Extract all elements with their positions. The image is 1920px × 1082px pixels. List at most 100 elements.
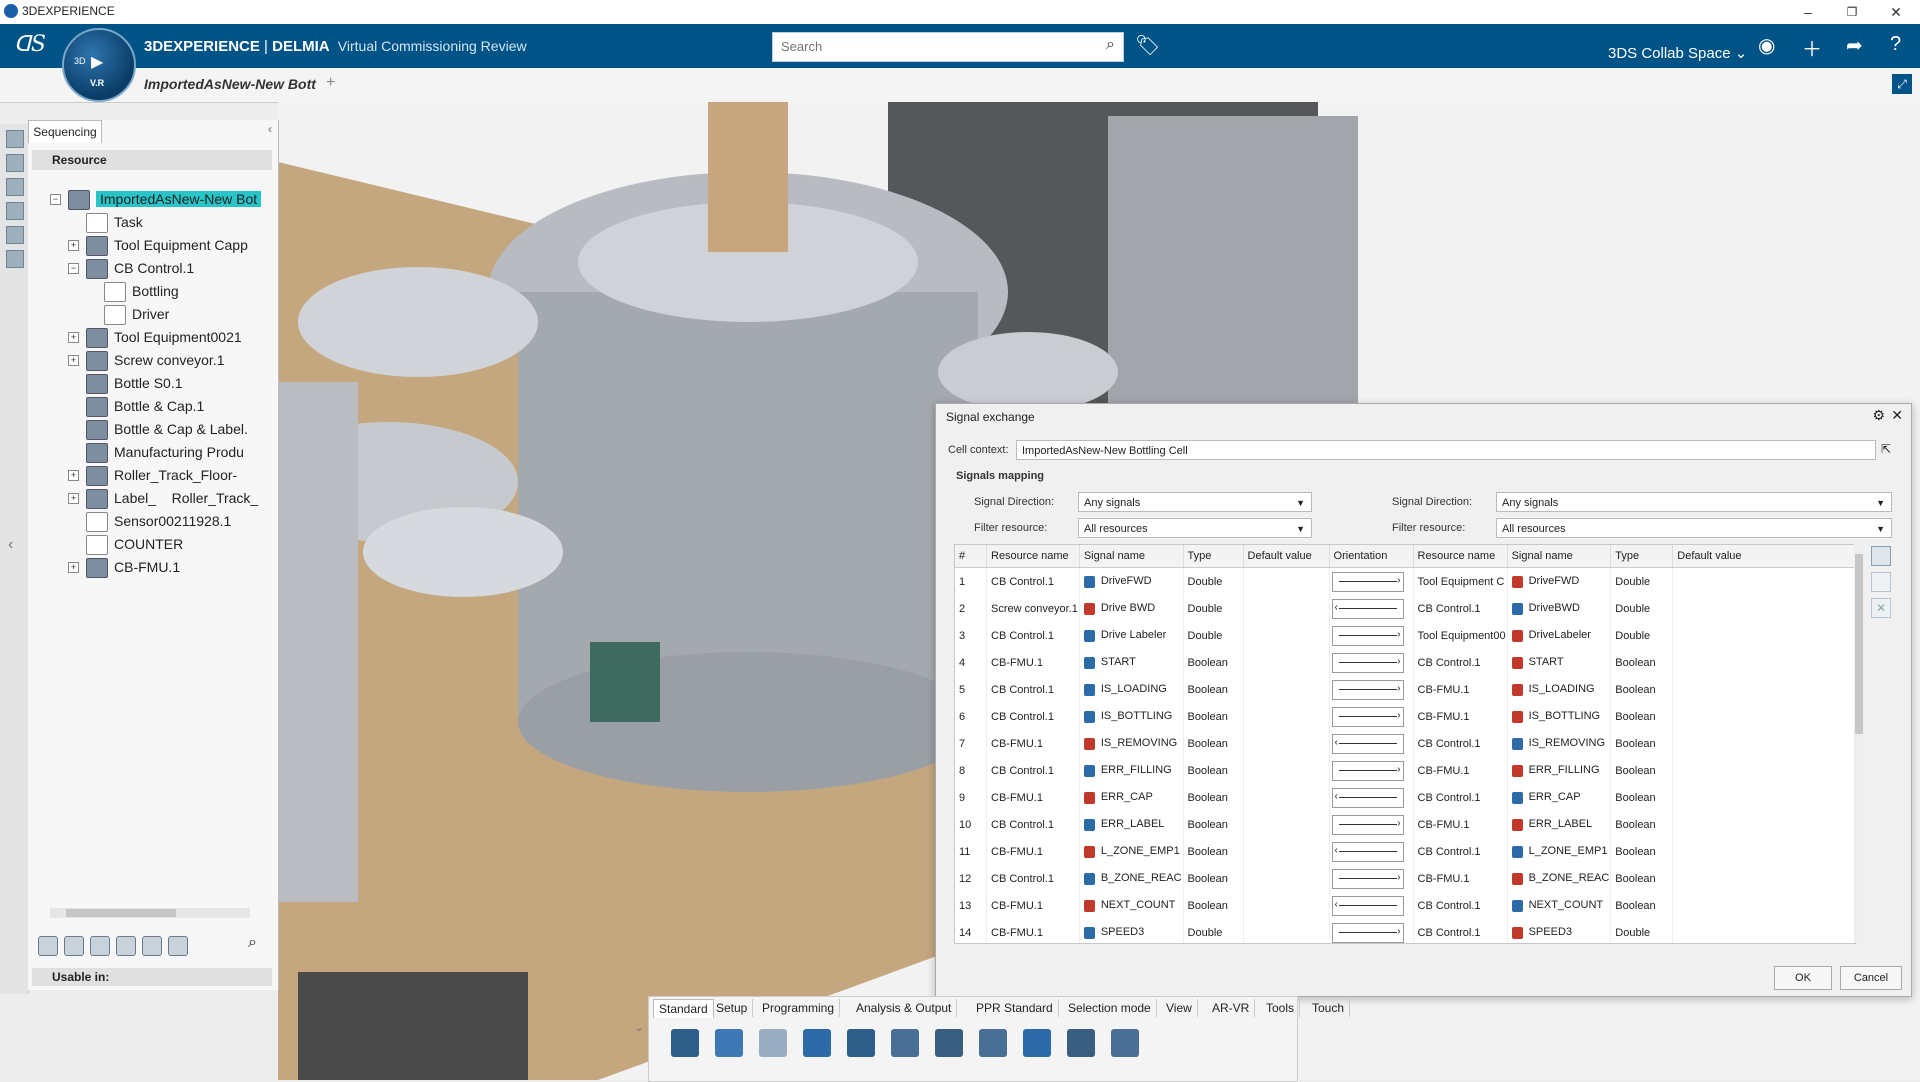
right-default-value[interactable]: [1672, 622, 1855, 649]
search-input[interactable]: [773, 33, 1089, 59]
tree-item-counter[interactable]: COUNTER: [86, 533, 183, 556]
right-default-value[interactable]: [1672, 838, 1855, 865]
arrow-left-icon[interactable]: ‹: [1331, 841, 1404, 862]
right-default-value[interactable]: [1672, 567, 1855, 595]
table-row[interactable]: 2 Screw conveyor.1 Drive BWD Double ‹ CB Cont…: [955, 595, 1855, 622]
tree-item-manufacturing-produ[interactable]: Manufacturing Produ: [86, 441, 244, 464]
column-header[interactable]: Type: [1183, 545, 1244, 568]
select-cursor-icon[interactable]: ⇱: [1881, 442, 1891, 456]
copy-icon[interactable]: [715, 1029, 743, 1057]
toolbar-tab-ar-vr[interactable]: AR-VR: [1207, 999, 1256, 1017]
process-icon[interactable]: [6, 202, 24, 220]
tree-item-sensor[interactable]: Sensor00211928.1: [86, 510, 231, 533]
tree-item-cb-control[interactable]: CB Control.1: [86, 257, 194, 280]
expand-icon[interactable]: +: [68, 332, 79, 343]
scrollbar-thumb[interactable]: [1855, 554, 1863, 734]
table-row[interactable]: 5 CB Control.1 IS_LOADING Boolean › CB-FMU.1 I…: [955, 676, 1855, 703]
cancel-button[interactable]: Cancel: [1840, 966, 1902, 990]
left-default-value[interactable]: [1243, 622, 1330, 649]
table-row[interactable]: 14 CB-FMU.1 SPEED3 Double › CB Control.1 SPEED…: [955, 919, 1855, 943]
toolbar-tab-tools[interactable]: Tools: [1261, 999, 1301, 1017]
tree-item-task[interactable]: Task: [86, 211, 143, 234]
tree-tool-icon[interactable]: [116, 936, 136, 956]
orientation-cell[interactable]: ›: [1329, 865, 1414, 892]
column-header[interactable]: Resource name: [986, 545, 1080, 568]
sensor-icon[interactable]: [979, 1029, 1007, 1057]
right-filter-dropdown[interactable]: All resources ▼: [1496, 518, 1892, 538]
table-row[interactable]: 12 CB Control.1 B_ZONE_REAC Boolean › CB-FMU.…: [955, 865, 1855, 892]
orientation-cell[interactable]: ›: [1329, 757, 1414, 784]
orientation-cell[interactable]: ‹: [1329, 595, 1414, 622]
help-icon[interactable]: ?: [1890, 33, 1901, 56]
collab-space-selector[interactable]: 3DS Collab Space ⌄: [1608, 44, 1747, 62]
orientation-cell[interactable]: ›: [1329, 622, 1414, 649]
table-row[interactable]: 1 CB Control.1 DriveFWD Double › Tool Equipme…: [955, 567, 1855, 595]
left-default-value[interactable]: [1243, 919, 1330, 943]
arrow-left-icon[interactable]: ‹: [1331, 787, 1404, 808]
fullscreen-icon[interactable]: ⤢: [1892, 74, 1912, 94]
left-default-value[interactable]: [1243, 811, 1330, 838]
tree-tool-icon[interactable]: [142, 936, 162, 956]
tree-item-driver[interactable]: Driver: [104, 303, 169, 326]
resource-icon[interactable]: [6, 154, 24, 172]
compass-widget[interactable]: 3D ▶ V.R: [62, 28, 136, 102]
measure-icon[interactable]: [1023, 1029, 1051, 1057]
right-default-value[interactable]: [1672, 757, 1855, 784]
tree-search-icon[interactable]: ⌕: [248, 934, 257, 952]
tab-imported-as-new[interactable]: ImportedAsNew-New Bott: [144, 76, 316, 92]
expand-icon[interactable]: +: [68, 493, 79, 504]
close-icon[interactable]: ✕: [1891, 407, 1903, 424]
toolbar-tab-touch[interactable]: Touch: [1307, 999, 1351, 1017]
tab-sequencing[interactable]: Sequencing: [28, 120, 102, 143]
table-row[interactable]: 8 CB Control.1 ERR_FILLING Boolean › CB-FMU.1…: [955, 757, 1855, 784]
share-icon[interactable]: ➦: [1846, 33, 1863, 58]
tree-item-root[interactable]: ImportedAsNew-New Bot: [68, 188, 262, 211]
add-icon[interactable]: ＋: [1802, 33, 1822, 62]
right-default-value[interactable]: [1672, 919, 1855, 943]
arrow-right-icon[interactable]: ›: [1331, 625, 1404, 646]
path-icon[interactable]: [1067, 1029, 1095, 1057]
collapse-icon[interactable]: −: [50, 194, 61, 205]
scrollbar-thumb[interactable]: [66, 909, 176, 917]
left-default-value[interactable]: [1243, 757, 1330, 784]
collapse-panel-icon[interactable]: ‹: [8, 536, 13, 554]
right-direction-dropdown[interactable]: Any signals ▼: [1496, 492, 1892, 512]
play-icon[interactable]: ▶: [91, 52, 103, 72]
column-header[interactable]: Default value: [1672, 545, 1855, 568]
arrow-left-icon[interactable]: ‹: [1331, 733, 1404, 754]
system-icon[interactable]: [6, 226, 24, 244]
toolbar-tab-setup[interactable]: Setup: [711, 999, 754, 1017]
tree-tool-icon[interactable]: [90, 936, 110, 956]
tree-item-tool-equipment-capp[interactable]: Tool Equipment Capp: [86, 234, 248, 257]
arrow-left-icon[interactable]: ‹: [1331, 895, 1404, 916]
tree-horizontal-scrollbar[interactable]: [50, 908, 250, 918]
table-row[interactable]: 3 CB Control.1 Drive Labeler Double › Tool Eq…: [955, 622, 1855, 649]
expand-icon[interactable]: +: [68, 470, 79, 481]
ok-button[interactable]: OK: [1774, 966, 1832, 990]
right-default-value[interactable]: [1672, 784, 1855, 811]
sequencing-icon[interactable]: [6, 130, 24, 148]
column-header[interactable]: Type: [1610, 545, 1674, 568]
orientation-cell[interactable]: ›: [1329, 649, 1414, 676]
edit-mapping-icon[interactable]: [1871, 572, 1891, 592]
robot-icon[interactable]: [891, 1029, 919, 1057]
list-icon[interactable]: [6, 250, 24, 268]
tree-tool-icon[interactable]: [168, 936, 188, 956]
toolbar-tab-analysis-output[interactable]: Analysis & Output: [851, 999, 958, 1017]
column-header[interactable]: Default value: [1243, 545, 1330, 568]
toolbar-tab-ppr-standard[interactable]: PPR Standard: [971, 999, 1059, 1017]
search-icon[interactable]: ⌕: [1106, 36, 1115, 54]
tree-item-bottle-s0[interactable]: Bottle S0.1: [86, 372, 183, 395]
table-row[interactable]: 10 CB Control.1 ERR_LABEL Boolean › CB-FMU.1 E…: [955, 811, 1855, 838]
left-filter-dropdown[interactable]: All resources ▼: [1078, 518, 1312, 538]
table-row[interactable]: 9 CB-FMU.1 ERR_CAP Boolean ‹ CB Control.1 ERR_…: [955, 784, 1855, 811]
arrow-right-icon[interactable]: ›: [1331, 679, 1404, 700]
left-default-value[interactable]: [1243, 865, 1330, 892]
orientation-cell[interactable]: ‹: [1329, 784, 1414, 811]
undo-icon[interactable]: [803, 1029, 831, 1057]
orientation-cell[interactable]: ›: [1329, 676, 1414, 703]
close-window-button[interactable]: ✕: [1882, 2, 1910, 22]
left-default-value[interactable]: [1243, 784, 1330, 811]
tree-item-roller-track-floor[interactable]: Roller_Track_Floor-: [86, 464, 237, 487]
column-header[interactable]: #: [955, 545, 987, 568]
